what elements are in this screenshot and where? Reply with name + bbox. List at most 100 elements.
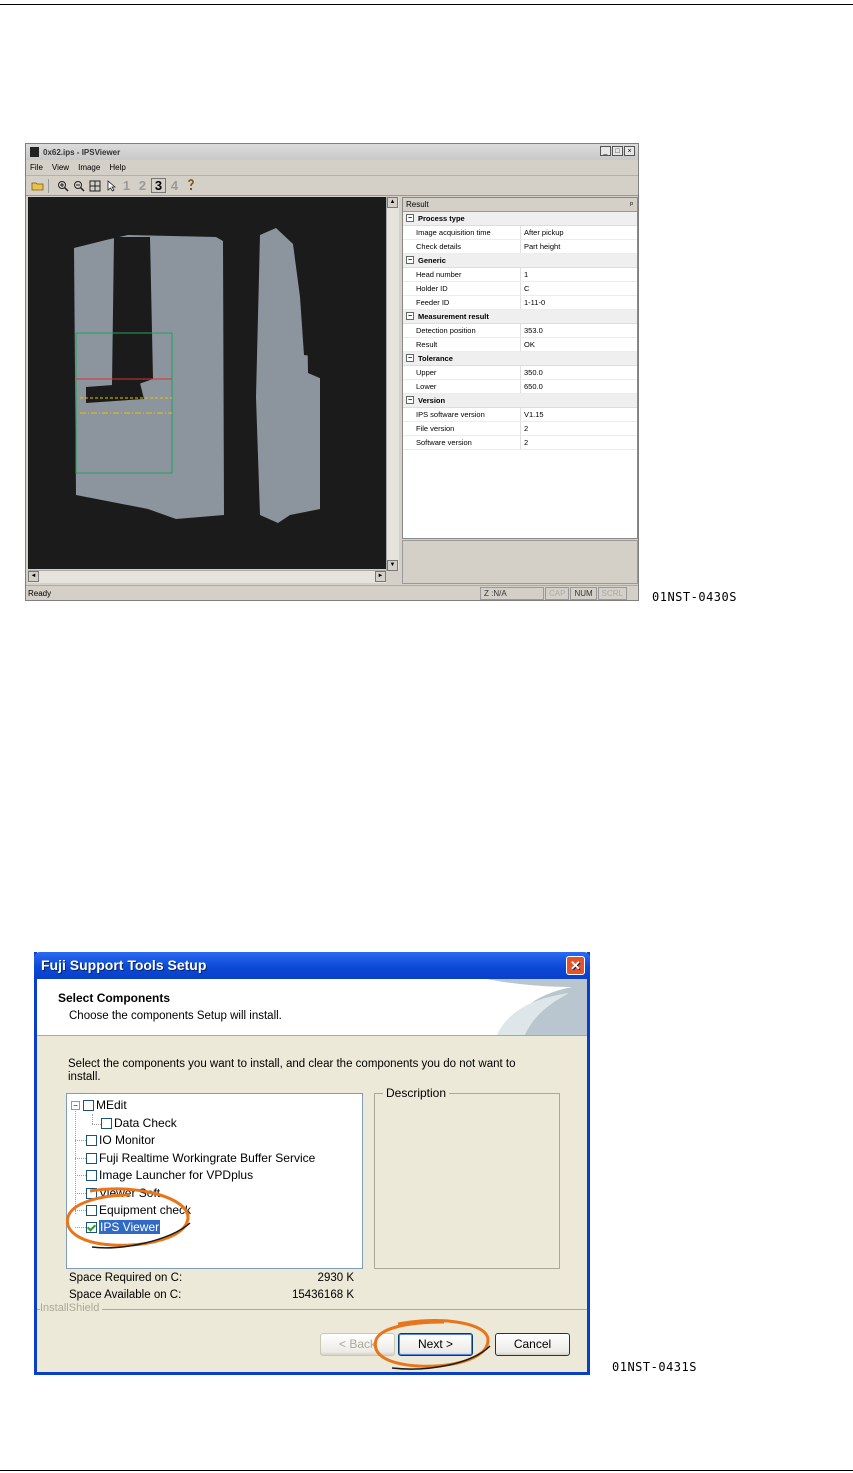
result-key: Upper bbox=[403, 366, 521, 379]
result-row[interactable]: Holder ID C bbox=[403, 282, 637, 296]
space-required-label: Space Required on C: bbox=[69, 1272, 183, 1284]
pointer-icon[interactable] bbox=[103, 178, 118, 193]
tree-item-io-monitor[interactable]: IO Monitor bbox=[86, 1132, 155, 1148]
toolbar-separator bbox=[48, 178, 53, 193]
close-button[interactable]: × bbox=[624, 146, 635, 156]
collapse-icon[interactable]: − bbox=[406, 256, 414, 264]
menu-file[interactable]: File bbox=[30, 163, 43, 172]
scroll-down-icon[interactable]: ▼ bbox=[387, 560, 398, 571]
checkbox-io-monitor[interactable] bbox=[86, 1134, 97, 1146]
checkbox-equipment-check[interactable] bbox=[86, 1204, 97, 1216]
help-icon[interactable] bbox=[183, 178, 198, 193]
view-1-button[interactable]: 1 bbox=[119, 178, 134, 193]
tree-item-medit[interactable]: − MEdit bbox=[71, 1097, 127, 1113]
component-tree[interactable]: − MEdit Data Check IO Monitor Fuji Realt… bbox=[66, 1093, 363, 1269]
result-value: C bbox=[524, 284, 530, 293]
result-category[interactable]: − Tolerance bbox=[403, 352, 637, 366]
result-category[interactable]: − Process type bbox=[403, 212, 637, 226]
fit-window-icon[interactable] bbox=[87, 178, 102, 193]
result-row[interactable]: IPS software version V1.15 bbox=[403, 408, 637, 422]
vertical-scrollbar[interactable]: ▲ ▼ bbox=[386, 197, 399, 571]
header-banner: Select Components Choose the components … bbox=[37, 979, 587, 1036]
collapse-icon[interactable]: − bbox=[71, 1100, 80, 1110]
collapse-icon[interactable]: − bbox=[406, 354, 414, 362]
next-button[interactable]: Next > bbox=[398, 1333, 473, 1356]
result-key: Check details bbox=[403, 240, 521, 253]
result-key: Holder ID bbox=[403, 282, 521, 295]
result-category-label: Tolerance bbox=[418, 354, 453, 363]
result-category[interactable]: − Generic bbox=[403, 254, 637, 268]
menu-view[interactable]: View bbox=[52, 163, 69, 172]
checkbox-viewer-soft[interactable] bbox=[86, 1187, 97, 1199]
view-2-button[interactable]: 2 bbox=[135, 178, 150, 193]
collapse-icon[interactable]: − bbox=[406, 214, 414, 222]
result-row[interactable]: Result OK bbox=[403, 338, 637, 352]
horizontal-scrollbar[interactable]: ◄ ► bbox=[28, 570, 386, 583]
status-cap: CAP bbox=[544, 586, 570, 600]
space-required-row: Space Required on C: 2930 K bbox=[69, 1272, 354, 1284]
result-category[interactable]: − Measurement result bbox=[403, 310, 637, 324]
result-row[interactable]: Upper 350.0 bbox=[403, 366, 637, 380]
image-canvas[interactable] bbox=[28, 197, 386, 569]
tree-item-equipment-check[interactable]: Equipment check bbox=[86, 1202, 191, 1218]
result-key: Feeder ID bbox=[403, 296, 521, 309]
tree-item-image-launcher[interactable]: Image Launcher for VPDplus bbox=[86, 1167, 253, 1183]
result-header: Result ᵖ bbox=[403, 198, 637, 212]
page-subheading: Choose the components Setup will install… bbox=[69, 1010, 282, 1022]
pin-icon[interactable]: ᵖ bbox=[630, 198, 633, 211]
maximize-button[interactable]: □ bbox=[612, 146, 623, 156]
close-icon[interactable]: ✕ bbox=[566, 956, 585, 975]
tree-line bbox=[92, 1114, 93, 1124]
zoom-out-icon[interactable] bbox=[71, 178, 86, 193]
view-4-button[interactable]: 4 bbox=[167, 178, 182, 193]
result-row[interactable]: Image acquisition time After pickup bbox=[403, 226, 637, 240]
menu-bar: File View Image Help bbox=[26, 160, 638, 176]
result-row[interactable]: Head number 1 bbox=[403, 268, 637, 282]
setup-title: Fuji Support Tools Setup bbox=[41, 957, 207, 973]
label-medit: MEdit bbox=[96, 1098, 127, 1112]
menu-image[interactable]: Image bbox=[78, 163, 100, 172]
result-key: IPS software version bbox=[403, 408, 521, 421]
tree-line bbox=[92, 1124, 101, 1125]
checkbox-data-check[interactable] bbox=[101, 1117, 112, 1129]
tree-line bbox=[75, 1106, 76, 1214]
cancel-button[interactable]: Cancel bbox=[495, 1333, 570, 1356]
result-row[interactable]: Feeder ID 1-11-0 bbox=[403, 296, 637, 310]
tree-item-ips-viewer[interactable]: IPS Viewer bbox=[86, 1219, 161, 1235]
result-value: Part height bbox=[524, 242, 561, 251]
view-3-button[interactable]: 3 bbox=[151, 178, 166, 193]
space-available-row: Space Available on C: 15436168 K bbox=[69, 1289, 354, 1301]
figure-1-reference: 01NST-0430S bbox=[652, 590, 737, 604]
label-data-check: Data Check bbox=[114, 1116, 177, 1130]
result-row[interactable]: Detection position 353.0 bbox=[403, 324, 637, 338]
result-key: Image acquisition time bbox=[403, 226, 521, 239]
collapse-icon[interactable]: − bbox=[406, 396, 414, 404]
checkbox-medit[interactable] bbox=[83, 1099, 94, 1111]
description-label: Description bbox=[383, 1086, 450, 1100]
scroll-up-icon[interactable]: ▲ bbox=[387, 197, 398, 208]
result-key: Detection position bbox=[403, 324, 521, 337]
scroll-right-icon[interactable]: ► bbox=[375, 571, 386, 582]
checkbox-ips-viewer[interactable] bbox=[86, 1221, 97, 1233]
tree-item-viewer-soft[interactable]: Viewer Soft bbox=[86, 1185, 160, 1201]
menu-help[interactable]: Help bbox=[109, 163, 125, 172]
checkbox-buffer-service[interactable] bbox=[86, 1152, 97, 1164]
tree-item-buffer-service[interactable]: Fuji Realtime Workingrate Buffer Service bbox=[86, 1150, 315, 1166]
result-row[interactable]: File version 2 bbox=[403, 422, 637, 436]
result-row[interactable]: Lower 650.0 bbox=[403, 380, 637, 394]
open-folder-icon[interactable] bbox=[30, 178, 45, 193]
minimize-button[interactable]: _ bbox=[600, 146, 611, 156]
top-rule bbox=[0, 4, 853, 5]
scroll-left-icon[interactable]: ◄ bbox=[28, 571, 39, 582]
back-button[interactable]: < Back bbox=[320, 1333, 395, 1356]
checkbox-image-launcher[interactable] bbox=[86, 1169, 97, 1181]
result-value: 350.0 bbox=[524, 368, 543, 377]
result-category[interactable]: − Version bbox=[403, 394, 637, 408]
tree-item-data-check[interactable]: Data Check bbox=[101, 1115, 177, 1131]
result-row[interactable]: Software version 2 bbox=[403, 436, 637, 450]
zoom-in-icon[interactable] bbox=[55, 178, 70, 193]
collapse-icon[interactable]: − bbox=[406, 312, 414, 320]
result-row[interactable]: Check details Part height bbox=[403, 240, 637, 254]
result-key: Lower bbox=[403, 380, 521, 393]
result-value: 2 bbox=[524, 424, 529, 433]
